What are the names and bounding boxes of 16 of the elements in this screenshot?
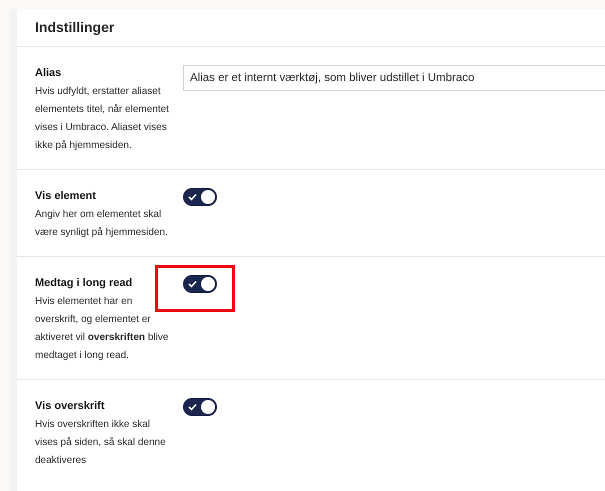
field-label: Vis overskrift [35, 399, 106, 414]
field-label: Medtag i long read [35, 276, 134, 291]
toggle-switch[interactable] [183, 275, 217, 293]
field-label: Vis element [35, 189, 97, 204]
panel-title: Indstillinger [35, 18, 114, 37]
field-label: Alias [35, 66, 62, 81]
alias-input[interactable]: Alias er et internt værktøj, som bliver udstillet i Umbraco [183, 65, 605, 91]
check-icon [188, 403, 197, 411]
field-description: Angiv her om elementet skal være synligt på hjemmesiden. [35, 208, 169, 240]
field-description: Hvis elementet har en overskrift, og elementet er aktiveret vil overskriften blive medtaget i long read. [35, 295, 169, 363]
toggle-switch[interactable] [183, 188, 217, 206]
toggle-switch[interactable] [183, 398, 217, 416]
field-description: Hvis overskriften ikke skal vises på siden, så skal denne deaktiveres [35, 418, 167, 468]
check-icon [188, 193, 197, 201]
check-icon [188, 280, 197, 288]
field-description: Hvis udfyldt, erstatter aliaset elementets titel, når elementet vises i Umbraco. Aliaset vises ikke på hjemmesiden. [35, 85, 169, 153]
